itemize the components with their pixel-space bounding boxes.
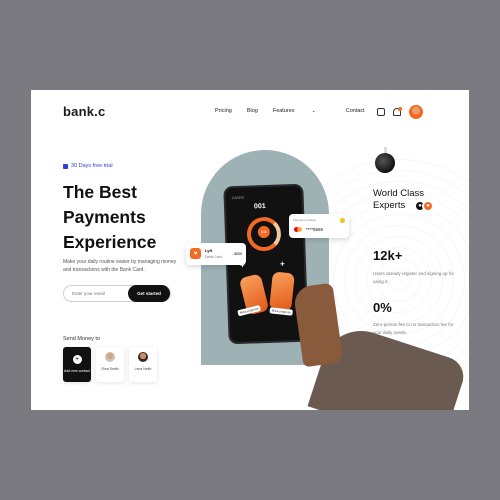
stat-users-desc: Users already register and signing up fo… [373, 271, 455, 284]
nav-item-contact[interactable]: Contact [346, 108, 365, 114]
landing-card: bank.c Pricing Blog Features ⌄ Contact 30… [31, 90, 469, 410]
plus-icon: + [72, 355, 82, 364]
mastercard-icon [294, 227, 302, 232]
payment-method-title: Payment method [293, 218, 316, 222]
expert-avatar-icon: ● [422, 200, 434, 212]
nav-item-pricing[interactable]: Pricing [215, 108, 232, 114]
bell-icon[interactable] [393, 107, 402, 116]
header-icons [377, 105, 423, 119]
phone-card-number: 001 [253, 202, 266, 211]
payment-method-popup: Payment method ****5555 [289, 214, 349, 238]
trial-badge: 30 Days free trial [63, 163, 113, 169]
nav-item-features[interactable]: Features ⌄ [273, 108, 331, 114]
avatar [105, 352, 115, 362]
card-tag: Mitra progress [269, 307, 294, 316]
avatar [138, 352, 148, 362]
orange-card [269, 271, 295, 312]
card-tag: Mitra progress [237, 304, 262, 317]
trial-label: 30 Days free trial [71, 163, 113, 169]
page-title: The Best Payments Experience [63, 180, 156, 255]
wallet-icon[interactable] [377, 108, 385, 116]
heart-icon: ♥ [190, 248, 201, 259]
avatar[interactable] [409, 105, 423, 119]
add-contact-label: Add new contact [64, 369, 90, 373]
contact-name: Lena Neith [134, 367, 152, 371]
add-contact-tile[interactable]: + Add new contact [63, 347, 91, 382]
badge-icon [63, 163, 68, 169]
experts-icons: ● ● [414, 200, 434, 212]
headline-line-3: Experience [63, 232, 157, 252]
headline-line-1: The Best [63, 182, 137, 202]
hero-description: Make your daily routine easier by managi… [63, 259, 177, 273]
chevron-down-icon: ⌄ [311, 108, 316, 114]
headline-line-2: Payments [63, 207, 146, 227]
payment-amount: - $555 [232, 252, 242, 256]
email-field[interactable] [72, 291, 132, 296]
nav-item-features-label: Features [272, 108, 295, 114]
payment-sub: Debit Card [205, 255, 222, 259]
get-started-button[interactable]: Get started [128, 285, 170, 302]
payment-popup: ♥ Lyft Debit Card - $555 [186, 243, 246, 265]
contact-name: Rina Smith [101, 367, 119, 371]
trophy-icon [375, 153, 395, 173]
contact-tile[interactable]: Rina Smith [96, 347, 124, 382]
main-nav: Pricing Blog Features ⌄ Contact [215, 108, 380, 114]
phone-screen-title: CARDS [231, 195, 245, 201]
payment-name: Lyft [205, 248, 213, 253]
plus-icon: + [279, 259, 285, 269]
send-money-label: Send Money to [63, 336, 100, 342]
stat-users-value: 12k+ [373, 248, 403, 263]
status-dot-icon [340, 218, 345, 223]
stat-fee-value: 0% [373, 300, 392, 315]
brand-logo[interactable]: bank.c [63, 104, 105, 119]
card-number: ****5555 [306, 227, 324, 232]
nav-item-blog[interactable]: Blog [247, 108, 258, 114]
contact-tile[interactable]: Lena Neith [129, 347, 157, 382]
stat-fee-desc: Zero-person fee to no transaction fee fo… [373, 322, 454, 335]
